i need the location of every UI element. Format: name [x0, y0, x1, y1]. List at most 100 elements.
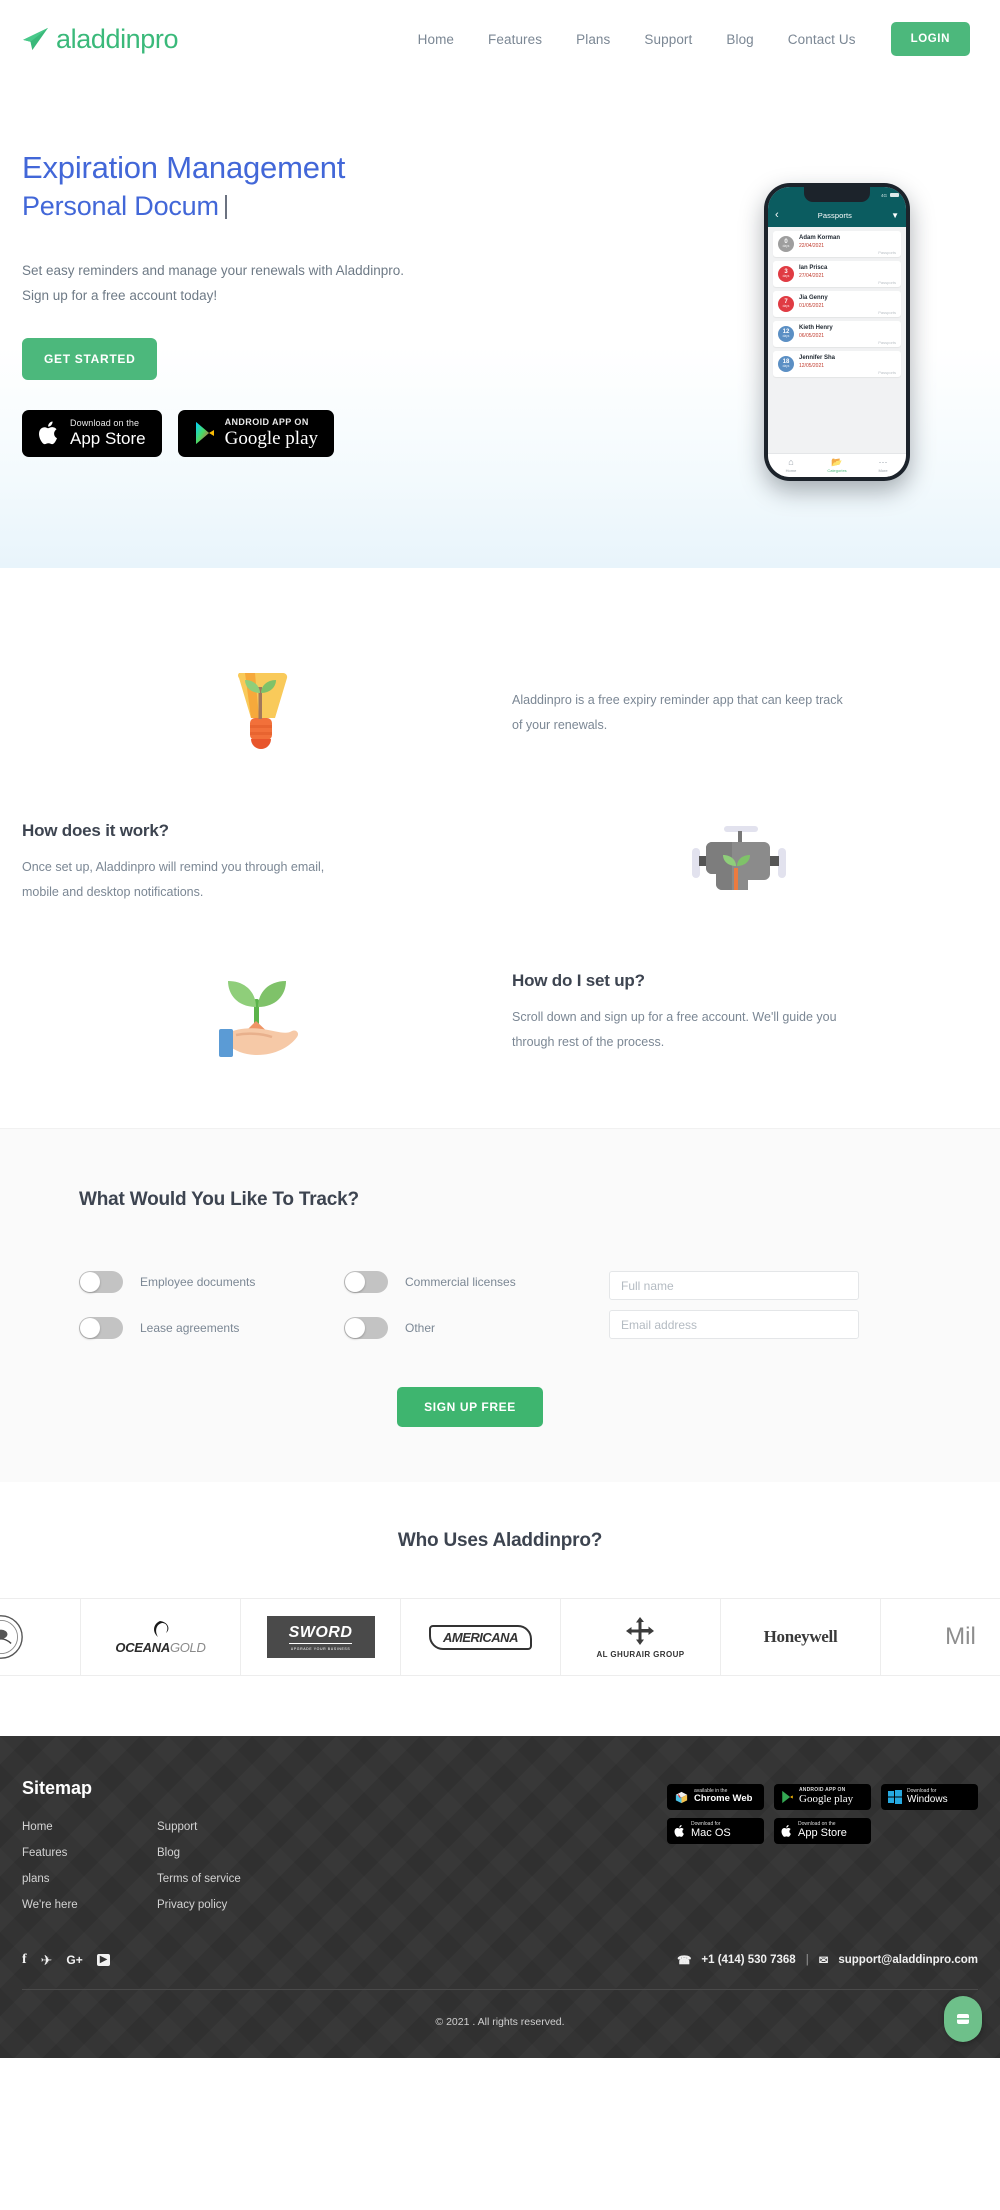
- phone-document-list[interactable]: 0 days Adam Korman 22/04/2021 Passports: [768, 227, 906, 453]
- chrome-web-store-icon: [675, 1791, 688, 1803]
- item-name: Jennifer Sha: [799, 355, 836, 361]
- item-date: 22/04/2021: [799, 242, 825, 249]
- phone-tab-more-label: More: [878, 468, 888, 473]
- footer-link-terms-of-service[interactable]: Terms of service: [157, 1873, 292, 1885]
- chat-support-button[interactable]: [944, 1996, 982, 2042]
- feature-art-engine: [500, 824, 978, 902]
- list-item[interactable]: 12 days Kieth Henry 06/05/2021 Passports: [773, 321, 901, 347]
- get-started-button[interactable]: GET STARTED: [22, 337, 158, 380]
- footer-email-address[interactable]: support@aladdinpro.com: [838, 1954, 978, 1966]
- feature-how-it-works-body: Once set up, Aladdinpro will remind you …: [22, 860, 325, 899]
- clients-section: Who Uses Aladdinpro? OCEANAGOLD SWORD UP…: [0, 1482, 1000, 1736]
- nav-item-contact-us[interactable]: Contact Us: [771, 32, 873, 47]
- client-logo-honeywell-text: Honeywell: [763, 1627, 838, 1646]
- client-logo-honeywell: Honeywell: [720, 1598, 881, 1676]
- footer-link-were-here[interactable]: We're here: [22, 1899, 157, 1911]
- more-icon: ⋯: [878, 457, 888, 467]
- days-unit: days: [782, 244, 790, 249]
- toggle-switch[interactable]: [344, 1271, 388, 1293]
- footer-link-privacy-policy[interactable]: Privacy policy: [157, 1899, 292, 1911]
- client-logo-oceanagold: OCEANAGOLD: [80, 1598, 241, 1676]
- client-logo-al-ghurair-text: AL GHURAIR GROUP: [596, 1649, 685, 1659]
- feature-setup-body: Scroll down and sign up for a free accou…: [512, 1010, 837, 1049]
- chat-bubble-icon: [957, 2014, 969, 2024]
- footer-phone-number[interactable]: +1 (414) 530 7368: [701, 1954, 795, 1966]
- phone-tab-home[interactable]: ⌂ Home: [768, 458, 814, 474]
- sign-up-free-button[interactable]: SIGN UP FREE: [397, 1387, 543, 1427]
- footer-link-support[interactable]: Support: [157, 1821, 292, 1833]
- app-store-badge-bottom: App Store: [70, 428, 146, 448]
- footer-link-home[interactable]: Home: [22, 1821, 157, 1833]
- email-address-input[interactable]: [609, 1310, 859, 1339]
- google-plus-icon[interactable]: G+: [66, 1954, 82, 1966]
- feature-text-setup: How do I set up? Scroll down and sign up…: [500, 971, 978, 1055]
- client-logo-americana: AMERICANA: [400, 1598, 561, 1676]
- toggle-switch[interactable]: [79, 1317, 123, 1339]
- track-option-commercial-licenses[interactable]: Commercial licenses: [344, 1271, 609, 1293]
- app-store-badge-footer[interactable]: Download on the App Store: [774, 1818, 871, 1844]
- google-play-icon: [782, 1790, 793, 1804]
- track-heading: What Would You Like To Track?: [79, 1189, 359, 1210]
- app-store-badge[interactable]: Download on the App Store: [22, 409, 162, 457]
- toggle-label: Lease agreements: [140, 1321, 240, 1335]
- track-option-lease-agreements[interactable]: Lease agreements: [79, 1317, 344, 1339]
- twitter-icon[interactable]: ✈: [41, 1953, 53, 1967]
- item-name: Adam Korman: [799, 235, 841, 241]
- list-item[interactable]: 18 days Jennifer Sha 12/05/2021 Passport…: [773, 351, 901, 377]
- google-play-badge[interactable]: ANDROID APP ON Google play: [177, 409, 335, 457]
- appstore-badge-bottom: App Store: [798, 1827, 847, 1840]
- list-item[interactable]: 0 days Adam Korman 22/04/2021 Passports: [773, 231, 901, 257]
- item-name: Kieth Henry: [799, 325, 833, 331]
- features-section: Aladdinpro is a free expiry reminder app…: [0, 568, 1000, 1128]
- days-unit: days: [782, 334, 790, 339]
- nav-item-blog[interactable]: Blog: [709, 32, 770, 47]
- footer-download-badges: available in the Chrome Web ANDROID APP …: [667, 1778, 978, 1925]
- envelope-icon: ✉: [818, 1955, 829, 1967]
- login-button[interactable]: LOGIN: [890, 22, 970, 56]
- toggle-switch[interactable]: [79, 1271, 123, 1293]
- clients-heading: Who Uses Aladdinpro?: [397, 1530, 603, 1551]
- hero-title-line2: Personal Docum: [22, 190, 219, 221]
- feature-text-how-it-works: How does it work? Once set up, Aladdinpr…: [22, 821, 500, 905]
- windows-badge-bottom: Windows: [907, 1794, 948, 1805]
- nav-item-support[interactable]: Support: [627, 32, 709, 47]
- feature-row-how-it-works: How does it work? Once set up, Aladdinpr…: [22, 788, 978, 938]
- phone-screen: 4G ‹ Passports ▼ 0 days Adam Korman 22/0…: [768, 187, 906, 477]
- nav-item-home[interactable]: Home: [401, 32, 471, 47]
- track-toggle-group: Employee documents Commercial licenses L…: [79, 1271, 609, 1339]
- chrome-web-store-badge[interactable]: available in the Chrome Web: [667, 1784, 764, 1810]
- item-name: Ian Prisca: [799, 265, 828, 271]
- phone-app-bar: ‹ Passports ▼: [768, 203, 906, 227]
- windows-badge[interactable]: Download for Windows: [881, 1784, 978, 1810]
- footer-link-blog[interactable]: Blog: [157, 1847, 292, 1859]
- google-play-badge-footer[interactable]: ANDROID APP ON Google play: [774, 1784, 871, 1810]
- list-item[interactable]: 3 days Ian Prisca 27/04/2021 Passports: [773, 261, 901, 287]
- client-logo-carousel[interactable]: OCEANAGOLD SWORD UPGRADE YOUR BUSINESS A…: [0, 1598, 1000, 1676]
- phone-bottom-nav: ⌂ Home 📂 Categories ⋯ More: [768, 453, 906, 477]
- phone-tab-categories[interactable]: 📂 Categories: [814, 458, 860, 474]
- footer-sitemap: Sitemap Home Features plans We're here S…: [22, 1778, 442, 1925]
- phone-appbar-title: Passports: [817, 210, 852, 220]
- nav-item-plans[interactable]: Plans: [559, 32, 627, 47]
- list-item[interactable]: 7 days Jia Genny 01/05/2021 Passports: [773, 291, 901, 317]
- nav-item-features[interactable]: Features: [471, 32, 559, 47]
- filter-icon[interactable]: ▼: [891, 211, 899, 220]
- full-name-input[interactable]: [609, 1271, 859, 1300]
- track-option-other[interactable]: Other: [344, 1317, 609, 1339]
- client-logo-sword-tagline: UPGRADE YOUR BUSINESS: [290, 1646, 351, 1651]
- sitemap-column-1: Home Features plans We're here: [22, 1821, 157, 1925]
- footer-link-plans[interactable]: plans: [22, 1873, 157, 1885]
- client-logo-sword-text: SWORD: [288, 1624, 353, 1644]
- chrome-badge-bottom: Chrome Web: [694, 1793, 753, 1805]
- youtube-icon[interactable]: ▶: [96, 1954, 111, 1966]
- mac-os-badge[interactable]: Download for Mac OS: [667, 1818, 764, 1844]
- footer-link-features[interactable]: Features: [22, 1847, 157, 1859]
- feature-text-intro: Aladdinpro is a free expiry reminder app…: [500, 688, 978, 738]
- toggle-switch[interactable]: [344, 1317, 388, 1339]
- brand-logo[interactable]: aladdinpro: [22, 24, 179, 55]
- phone-tab-more[interactable]: ⋯ More: [860, 457, 906, 474]
- facebook-icon[interactable]: f: [22, 1953, 27, 1967]
- toggle-label: Employee documents: [140, 1275, 256, 1289]
- track-option-employee-documents[interactable]: Employee documents: [79, 1271, 344, 1293]
- item-name: Jia Genny: [799, 295, 828, 301]
